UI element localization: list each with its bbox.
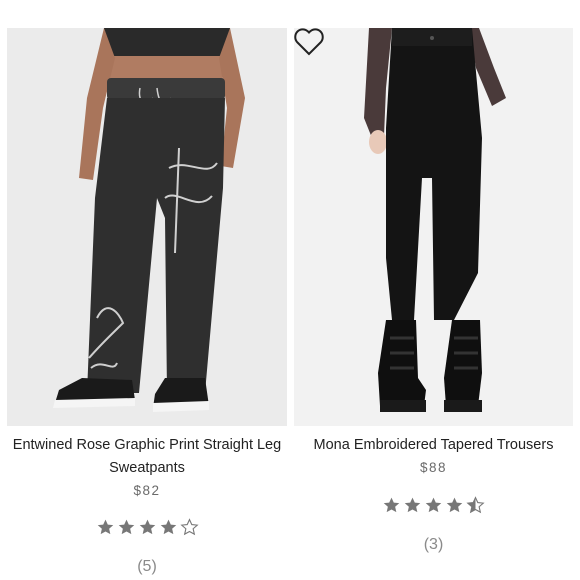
- star-filled-icon: [160, 519, 176, 535]
- product-card[interactable]: Entwined Rose Graphic Print Straight Leg…: [7, 0, 287, 580]
- star-filled-icon: [383, 497, 400, 513]
- product-image[interactable]: [294, 28, 573, 426]
- rating-stars: [294, 496, 573, 515]
- sweatpants-photo: [53, 28, 245, 412]
- star-filled-icon: [139, 519, 155, 535]
- star-half-icon: [466, 496, 485, 514]
- product-grid: Entwined Rose Graphic Print Straight Leg…: [0, 0, 580, 580]
- product-price: $88: [419, 460, 448, 475]
- product-price: $82: [133, 483, 161, 498]
- product-title[interactable]: Entwined Rose Graphic Print Straight Leg…: [7, 434, 287, 480]
- star-empty-icon: [179, 518, 199, 536]
- star-filled-icon: [118, 519, 134, 535]
- star-filled-icon: [404, 497, 421, 513]
- review-count[interactable]: (5): [7, 558, 287, 576]
- trousers-photo: [364, 28, 506, 412]
- review-count[interactable]: (3): [294, 536, 573, 554]
- star-filled-icon: [425, 497, 442, 513]
- product-card[interactable]: Mona Embroidered Tapered Trousers $88 (3…: [294, 0, 573, 580]
- star-filled-icon: [446, 497, 463, 513]
- product-image[interactable]: [7, 28, 287, 426]
- rating-stars: [7, 518, 287, 537]
- star-filled-icon: [97, 519, 113, 535]
- heart-outline-icon[interactable]: [294, 28, 324, 56]
- product-title[interactable]: Mona Embroidered Tapered Trousers: [294, 434, 573, 457]
